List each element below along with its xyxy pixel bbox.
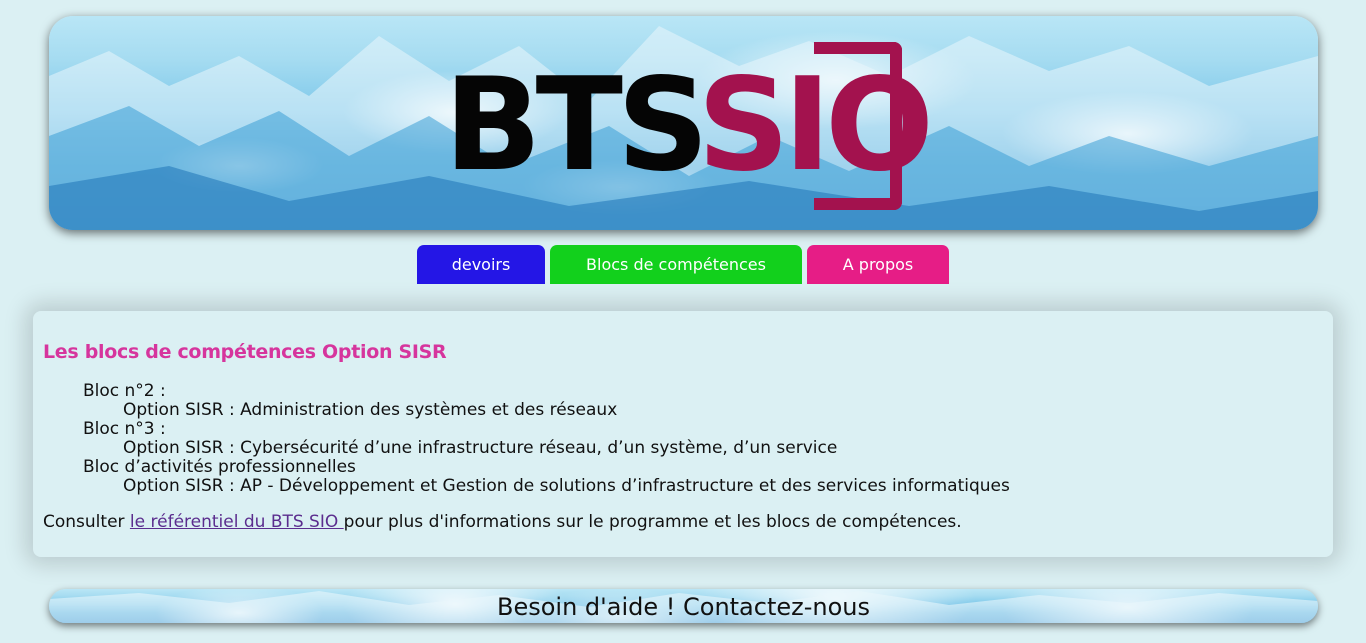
consult-paragraph: Consulter le référentiel du BTS SIO pour… — [43, 512, 962, 532]
content-panel: Les blocs de compétences Option SISR Blo… — [33, 311, 1333, 557]
nav-devoirs-button[interactable]: devoirs — [417, 245, 545, 284]
bloc-title: Bloc n°2 : — [83, 381, 166, 401]
header-banner: BTSSIO — [49, 16, 1318, 230]
consult-prefix: Consulter — [43, 512, 130, 532]
referentiel-link[interactable]: le référentiel du BTS SIO — [130, 512, 344, 532]
blocs-list: Bloc n°2 : Option SISR : Administration … — [83, 382, 1010, 496]
nav-blocs-button[interactable]: Blocs de compétences — [550, 245, 802, 284]
nav-apropos-button[interactable]: A propos — [807, 245, 949, 284]
logo-text-bts: BTS — [444, 51, 703, 200]
bloc-title: Bloc n°3 : — [83, 419, 166, 439]
bloc-title: Bloc d’activités professionnelles — [83, 457, 356, 477]
bloc-description: Option SISR : AP - Développement et Gest… — [123, 476, 1010, 496]
bloc-description: Option SISR : Cybersécurité d’une infras… — [123, 438, 838, 458]
bloc-description: Option SISR : Administration des système… — [123, 400, 618, 420]
page-title: Les blocs de compétences Option SISR — [43, 341, 447, 363]
main-nav: devoirs Blocs de compétences A propos — [0, 245, 1366, 284]
logo-bracket — [814, 42, 902, 210]
contact-link[interactable]: Besoin d'aide ! Contactez-nous — [49, 589, 1318, 623]
bts-sio-logo: BTSSIO — [444, 40, 934, 220]
consult-suffix: pour plus d'informations sur le programm… — [343, 512, 962, 532]
footer-banner: Besoin d'aide ! Contactez-nous — [49, 589, 1318, 623]
